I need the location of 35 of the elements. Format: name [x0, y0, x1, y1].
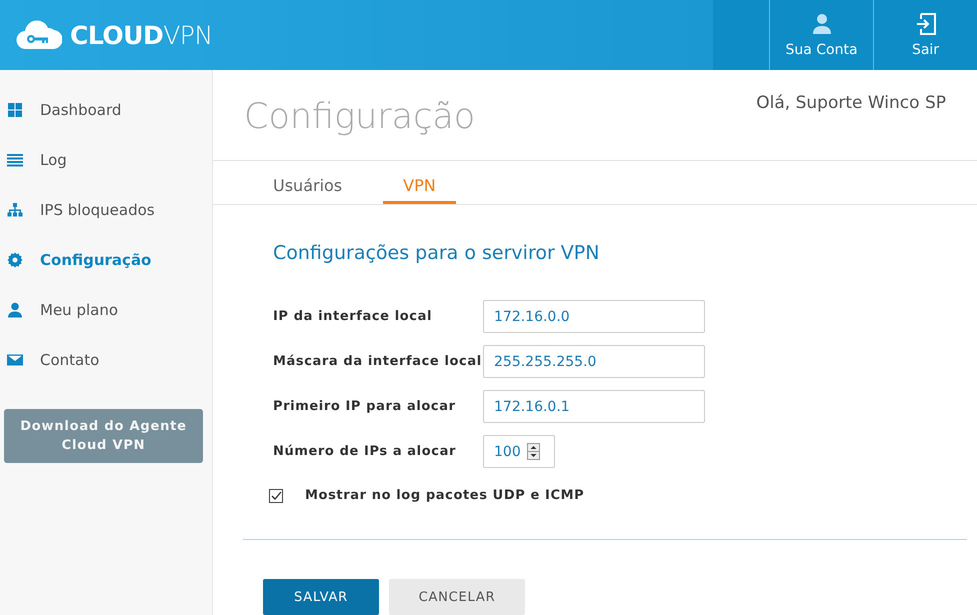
account-button[interactable]: Sua Conta	[769, 0, 873, 70]
cancel-button[interactable]: CANCELAR	[389, 579, 525, 615]
page-title: Configuração	[244, 97, 476, 139]
save-button[interactable]: SALVAR	[263, 579, 379, 615]
mail-icon	[7, 352, 23, 368]
input-field[interactable]: 255.255.255.0	[483, 345, 705, 378]
number-field[interactable]: 100	[483, 435, 555, 468]
sidebar-item[interactable]: Meu plano	[0, 285, 212, 335]
sidebar-item[interactable]: IPS bloqueados	[0, 185, 212, 235]
field-label: Número de IPs a alocar	[273, 444, 457, 459]
user-icon	[7, 302, 23, 318]
download-button[interactable]: Download do Agente Cloud VPN	[4, 409, 203, 463]
exit-button[interactable]: Sair	[873, 0, 977, 70]
tab[interactable]: VPN	[383, 176, 456, 204]
logo-text: CLOUDVPN	[70, 20, 213, 50]
sidebar-item[interactable]: Log	[0, 135, 212, 185]
field-label: IP da interface local	[273, 309, 434, 324]
dashboard-icon	[7, 102, 23, 118]
field-label: Máscara da interface local	[273, 354, 483, 369]
network-icon	[7, 202, 23, 218]
spinner-icon[interactable]	[526, 443, 540, 460]
checkbox[interactable]	[269, 488, 283, 502]
input-field[interactable]: 172.16.0.1	[483, 390, 705, 423]
tab[interactable]: Usuários	[258, 176, 358, 204]
sidebar-item[interactable]: Configuração	[0, 235, 212, 285]
input-field[interactable]: 172.16.0.0	[483, 300, 705, 333]
field-label: Primeiro IP para alocar	[273, 399, 457, 414]
sidebar-item[interactable]: Dashboard	[0, 85, 212, 135]
sidebar-item[interactable]: Contato	[0, 335, 212, 385]
checkbox-label: Mostrar no log pacotes UDP e ICMP	[305, 488, 584, 503]
log-icon	[7, 152, 23, 168]
settings-icon	[7, 252, 23, 268]
cloud-key-logo-icon	[16, 20, 62, 50]
greeting-text: Olá, Suporte Winco SP	[756, 93, 946, 115]
section-heading: Configurações para o serviror VPN	[273, 242, 600, 264]
